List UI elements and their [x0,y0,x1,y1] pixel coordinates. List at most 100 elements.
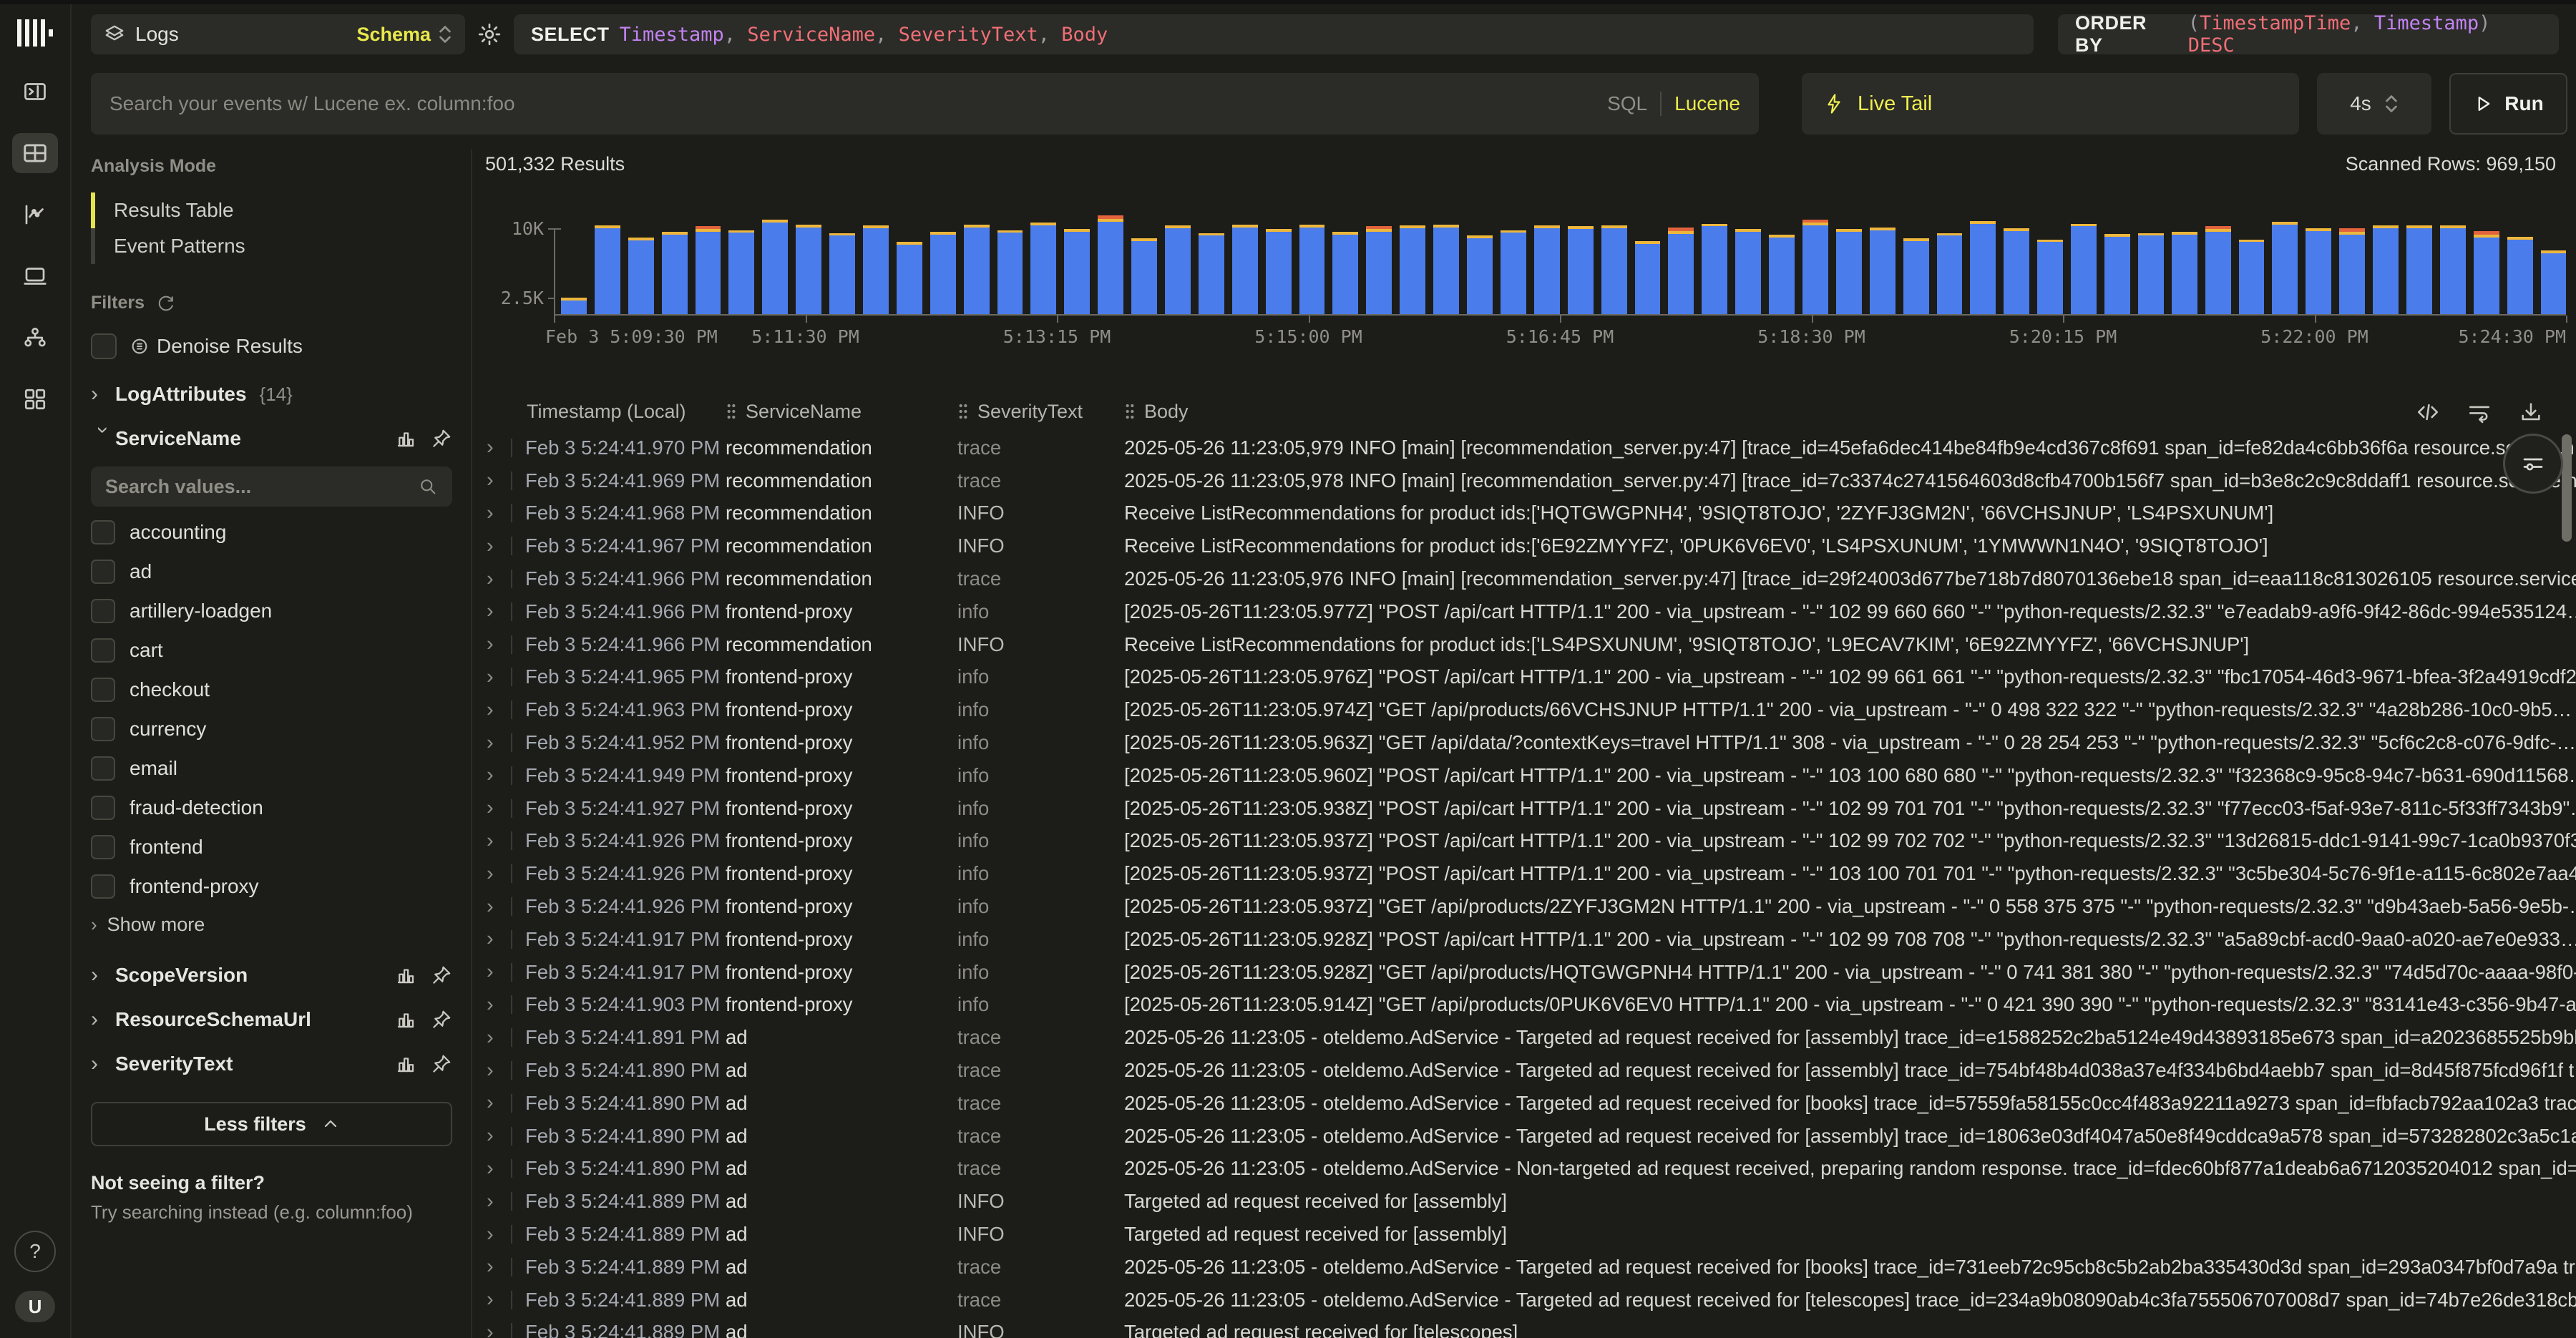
service-filter-frontend[interactable]: frontend [91,827,452,866]
filter-group-severitytext[interactable]: ›SeverityText [91,1042,452,1086]
search-input[interactable]: Search your events w/ Lucene ex. column:… [91,73,1759,135]
user-avatar[interactable]: U [15,1291,55,1322]
table-row[interactable]: ›Feb 3 5:24:41.967 PMrecommendationINFOR… [487,529,2576,562]
expand-row-chevron-icon[interactable]: › [487,862,511,886]
table-row[interactable]: ›Feb 3 5:24:41.949 PMfrontend-proxyinfo[… [487,759,2576,792]
service-filter-artillery-loadgen[interactable]: artillery-loadgen [91,591,452,630]
service-map-icon[interactable] [12,318,58,358]
expand-row-chevron-icon[interactable]: › [487,1255,511,1279]
expand-row-chevron-icon[interactable]: › [487,1059,511,1083]
apps-grid-icon[interactable] [12,379,58,419]
sessions-icon[interactable] [12,256,58,296]
expand-row-chevron-icon[interactable]: › [487,600,511,623]
column-header-body[interactable]: Body [1124,401,2576,423]
chart-explorer-icon[interactable] [12,195,58,235]
sql-console-icon[interactable] [12,72,58,112]
table-row[interactable]: ›Feb 3 5:24:41.890 PMadtrace2025-05-26 1… [487,1054,2576,1087]
table-row[interactable]: ›Feb 3 5:24:41.963 PMfrontend-proxyinfo[… [487,693,2576,726]
table-row[interactable]: ›Feb 3 5:24:41.889 PMadINFOTargeted ad r… [487,1185,2576,1218]
expand-row-chevron-icon[interactable]: › [487,1223,511,1246]
expand-row-chevron-icon[interactable]: › [487,763,511,787]
table-row[interactable]: ›Feb 3 5:24:41.969 PMrecommendationtrace… [487,464,2576,497]
table-row[interactable]: ›Feb 3 5:24:41.890 PMadtrace2025-05-26 1… [487,1120,2576,1153]
mode-sql-toggle[interactable]: SQL [1607,92,1647,115]
table-row[interactable]: ›Feb 3 5:24:41.890 PMadtrace2025-05-26 1… [487,1153,2576,1186]
analysis-mode-event-patterns[interactable]: Event Patterns [91,228,452,264]
run-button[interactable]: Run [2449,73,2567,135]
expand-row-chevron-icon[interactable]: › [487,895,511,919]
checkbox[interactable] [91,520,115,545]
table-row[interactable]: ›Feb 3 5:24:41.968 PMrecommendationINFOR… [487,497,2576,530]
checkbox[interactable] [91,874,115,899]
table-row[interactable]: ›Feb 3 5:24:41.917 PMfrontend-proxyinfo[… [487,956,2576,989]
column-chart-icon[interactable] [395,1053,416,1075]
service-filter-frontend-proxy[interactable]: frontend-proxy [91,866,452,906]
service-filter-accounting[interactable]: accounting [91,512,452,552]
checkbox[interactable] [91,678,115,702]
pin-icon[interactable] [431,965,452,986]
source-settings-gear-icon[interactable] [477,21,502,47]
checkbox[interactable] [91,835,115,859]
vertical-scrollbar[interactable] [2562,434,2572,1338]
raw-sql-code-icon[interactable] [2416,400,2440,424]
table-row[interactable]: ›Feb 3 5:24:41.927 PMfrontend-proxyinfo[… [487,792,2576,825]
table-row[interactable]: ›Feb 3 5:24:41.966 PMfrontend-proxyinfo[… [487,595,2576,628]
table-row[interactable]: ›Feb 3 5:24:41.889 PMadINFOTargeted ad r… [487,1317,2576,1338]
denoise-results-checkbox[interactable]: Denoise Results [91,333,452,359]
table-row[interactable]: ›Feb 3 5:24:41.926 PMfrontend-proxyinfo[… [487,890,2576,923]
pin-icon[interactable] [431,1009,452,1030]
expand-row-chevron-icon[interactable]: › [487,567,511,591]
pin-icon[interactable] [431,1053,452,1075]
expand-row-chevron-icon[interactable]: › [487,796,511,820]
pin-icon[interactable] [431,428,452,449]
expand-row-chevron-icon[interactable]: › [487,1190,511,1214]
table-row[interactable]: ›Feb 3 5:24:41.917 PMfrontend-proxyinfo[… [487,923,2576,956]
checkbox[interactable] [91,638,115,663]
expand-row-chevron-icon[interactable]: › [487,1288,511,1312]
table-row[interactable]: ›Feb 3 5:24:41.970 PMrecommendationtrace… [487,431,2576,464]
events-histogram[interactable]: 10K 2.5K Feb 3 5:09:30 PM5:11:30 PM5:13:… [485,194,2576,381]
show-more-button[interactable]: › Show more [91,906,452,943]
service-filter-checkout[interactable]: checkout [91,670,452,709]
table-row[interactable]: ›Feb 3 5:24:41.891 PMadtrace2025-05-26 1… [487,1021,2576,1054]
table-row[interactable]: ›Feb 3 5:24:41.952 PMfrontend-proxyinfo[… [487,726,2576,759]
expand-row-chevron-icon[interactable]: › [487,731,511,755]
filter-group-scopeversion[interactable]: ›ScopeVersion [91,953,452,997]
expand-row-chevron-icon[interactable]: › [487,1091,511,1115]
expand-row-chevron-icon[interactable]: › [487,534,511,558]
expand-row-chevron-icon[interactable]: › [487,1124,511,1148]
expand-row-chevron-icon[interactable]: › [487,993,511,1017]
service-filter-currency[interactable]: currency [91,709,452,748]
table-settings-fab[interactable] [2503,434,2563,494]
help-icon[interactable]: ? [14,1231,56,1272]
filter-value-search-input[interactable]: Search values... [91,467,452,507]
live-tail-button[interactable]: Live Tail [1802,73,2299,135]
source-select[interactable]: Logs Schema [91,14,465,54]
table-row[interactable]: ›Feb 3 5:24:41.903 PMfrontend-proxyinfo[… [487,989,2576,1022]
expand-row-chevron-icon[interactable]: › [487,927,511,951]
checkbox[interactable] [91,756,115,781]
expand-row-chevron-icon[interactable]: › [487,1157,511,1181]
expand-row-chevron-icon[interactable]: › [487,665,511,689]
service-filter-cart[interactable]: cart [91,630,452,670]
table-row[interactable]: ›Feb 3 5:24:41.889 PMadtrace2025-05-26 1… [487,1284,2576,1317]
search-table-view-icon[interactable] [12,133,58,173]
checkbox[interactable] [91,560,115,584]
less-filters-button[interactable]: Less filters [91,1102,452,1146]
wrap-lines-icon[interactable] [2467,400,2492,424]
column-header-timestamp-local-[interactable]: Timestamp (Local) [487,401,726,423]
mode-lucene-toggle[interactable]: Lucene [1674,92,1740,115]
expand-row-chevron-icon[interactable]: › [487,1026,511,1050]
checkbox[interactable] [91,333,117,359]
select-clause-editor[interactable]: SELECT Timestamp, ServiceName, SeverityT… [514,14,2034,54]
table-row[interactable]: ›Feb 3 5:24:41.966 PMrecommendationtrace… [487,562,2576,595]
column-header-severitytext[interactable]: SeverityText [957,401,1124,423]
column-header-servicename[interactable]: ServiceName [726,401,957,423]
table-row[interactable]: ›Feb 3 5:24:41.889 PMadINFOTargeted ad r… [487,1218,2576,1251]
table-row[interactable]: ›Feb 3 5:24:41.926 PMfrontend-proxyinfo[… [487,825,2576,858]
checkbox[interactable] [91,796,115,820]
refresh-icon[interactable] [156,293,176,313]
column-chart-icon[interactable] [395,1009,416,1030]
filter-group-logattributes[interactable]: › LogAttributes {14} [91,372,452,416]
expand-row-chevron-icon[interactable]: › [487,960,511,984]
